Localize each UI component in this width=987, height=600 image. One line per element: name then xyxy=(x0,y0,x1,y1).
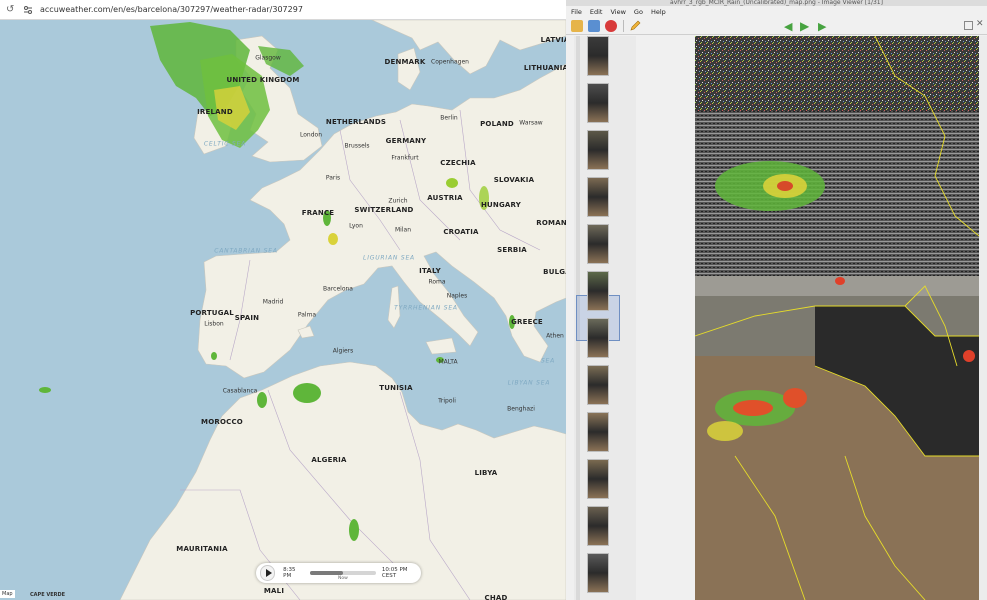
thumbnail-image[interactable] xyxy=(587,224,609,264)
menu-go[interactable]: Go xyxy=(634,8,643,16)
satellite-image[interactable] xyxy=(695,36,979,600)
play-icon[interactable]: ▶ xyxy=(800,19,809,33)
radar-echo xyxy=(211,352,217,360)
radar-echo xyxy=(509,315,515,329)
timeline-now-label: Now xyxy=(338,576,348,581)
viewer-margin xyxy=(979,36,987,600)
close-icon[interactable]: ✕ xyxy=(976,19,984,29)
url-text[interactable]: accuweather.com/en/es/barcelona/307297/w… xyxy=(40,5,303,14)
timeline-progress xyxy=(310,571,343,575)
radar-echo xyxy=(293,383,321,403)
thumbnail-image[interactable] xyxy=(587,412,609,452)
image-viewer-window: avhrr_3_rgb_MCIR_Rain_(Uncalibrated)_map… xyxy=(566,0,987,600)
thumbnail-image[interactable] xyxy=(587,130,609,170)
thumbnail-image[interactable] xyxy=(587,177,609,217)
radar-timeline[interactable]: 8:35 PM Now 10:05 PM CEST xyxy=(256,563,421,583)
timeline-start-time: 8:35 PM xyxy=(283,567,296,579)
thumbnail-image[interactable] xyxy=(587,318,609,358)
tune-icon[interactable] xyxy=(22,4,34,16)
noise-band xyxy=(695,36,979,111)
rain-area xyxy=(783,388,807,408)
thumbnail-image[interactable] xyxy=(587,553,609,593)
thumbnail-image[interactable] xyxy=(587,459,609,499)
thumbnail-image[interactable] xyxy=(587,506,609,546)
radar-echo xyxy=(479,186,489,210)
menu-file[interactable]: File xyxy=(571,8,582,16)
map-canvas[interactable] xyxy=(0,20,566,600)
menu-edit[interactable]: Edit xyxy=(590,8,603,16)
arrow-left-icon[interactable]: ◀ xyxy=(784,20,792,33)
rain-area xyxy=(777,181,793,191)
thumbnail-image[interactable] xyxy=(587,83,609,123)
viewer-toolbar xyxy=(566,17,987,35)
cape-verde-label: CAPE VERDE xyxy=(30,592,66,598)
thumbnail-image[interactable] xyxy=(587,36,609,76)
viewer-menubar: File Edit View Go Help xyxy=(566,6,987,17)
back-icon[interactable]: ↺ xyxy=(6,4,18,16)
radar-echo xyxy=(39,387,51,393)
rain-area xyxy=(835,277,845,285)
weather-radar-map[interactable]: UNITED KINGDOMIRELANDDENMARKLATVIALITHUA… xyxy=(0,20,566,600)
satellite-image-canvas xyxy=(695,36,979,600)
address-bar[interactable]: ↺ accuweather.com/en/es/barcelona/307297… xyxy=(0,0,566,20)
rain-area xyxy=(707,421,743,441)
radar-echo xyxy=(436,357,444,363)
browser-window: ↺ accuweather.com/en/es/barcelona/307297… xyxy=(0,0,566,600)
fullscreen-icon[interactable] xyxy=(964,21,973,30)
arrow-right-icon[interactable]: ▶ xyxy=(818,20,826,33)
rain-area xyxy=(963,350,975,362)
radar-echo xyxy=(257,392,267,408)
pencil-icon[interactable] xyxy=(629,20,641,32)
timeline-slider[interactable]: Now xyxy=(310,571,376,581)
radar-echo xyxy=(323,210,331,226)
menu-view[interactable]: View xyxy=(610,8,625,16)
map-attribution[interactable]: Map xyxy=(0,590,15,598)
radar-echo xyxy=(446,178,458,188)
play-icon[interactable] xyxy=(260,565,276,581)
radar-echo xyxy=(328,233,338,245)
delete-icon[interactable] xyxy=(605,19,617,32)
radar-echo xyxy=(349,519,359,541)
folder-icon[interactable] xyxy=(571,19,583,32)
toolbar-separator xyxy=(623,19,624,32)
thumbnail-strip[interactable] xyxy=(574,36,636,600)
rain-area xyxy=(733,400,773,416)
desktop: ↺ accuweather.com/en/es/barcelona/307297… xyxy=(0,0,987,600)
save-icon[interactable] xyxy=(588,19,600,32)
thumbnail-image[interactable] xyxy=(587,271,609,311)
menu-help[interactable]: Help xyxy=(651,8,666,16)
timeline-end-time: 10:05 PM CEST xyxy=(381,567,408,579)
thumbnail-image[interactable] xyxy=(587,365,609,405)
